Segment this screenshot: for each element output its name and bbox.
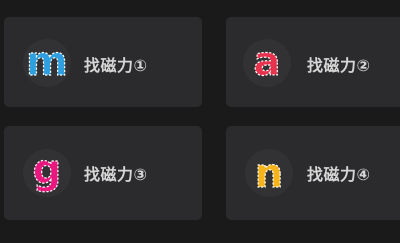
magnet-search-card-4[interactable]: n n 找磁力④: [226, 126, 400, 220]
magnet-search-card-2[interactable]: a a 找磁力②: [226, 17, 400, 107]
magnet-search-card-3[interactable]: g g 找磁力③: [4, 126, 202, 220]
letter-a-icon: a a: [243, 38, 291, 87]
magnet-search-label-1: 找磁力①: [84, 56, 148, 75]
svg-text:n: n: [255, 151, 283, 197]
svg-text:g: g: [33, 147, 62, 193]
svg-text:a: a: [254, 39, 281, 85]
letter-n-icon: n n: [245, 149, 293, 198]
magnet-search-label-3: 找磁力③: [84, 165, 148, 184]
magnet-search-label-4: 找磁力④: [307, 165, 371, 184]
magnet-search-card-1[interactable]: m m 找磁力①: [4, 17, 202, 107]
magnet-search-grid: m m 找磁力① a a 找磁力② g g 找磁力③ n n 找磁力④: [0, 0, 400, 243]
letter-m-icon: m m: [23, 38, 71, 87]
letter-g-icon: g g: [23, 146, 71, 197]
magnet-search-label-2: 找磁力②: [307, 56, 371, 75]
svg-text:m: m: [26, 39, 68, 85]
